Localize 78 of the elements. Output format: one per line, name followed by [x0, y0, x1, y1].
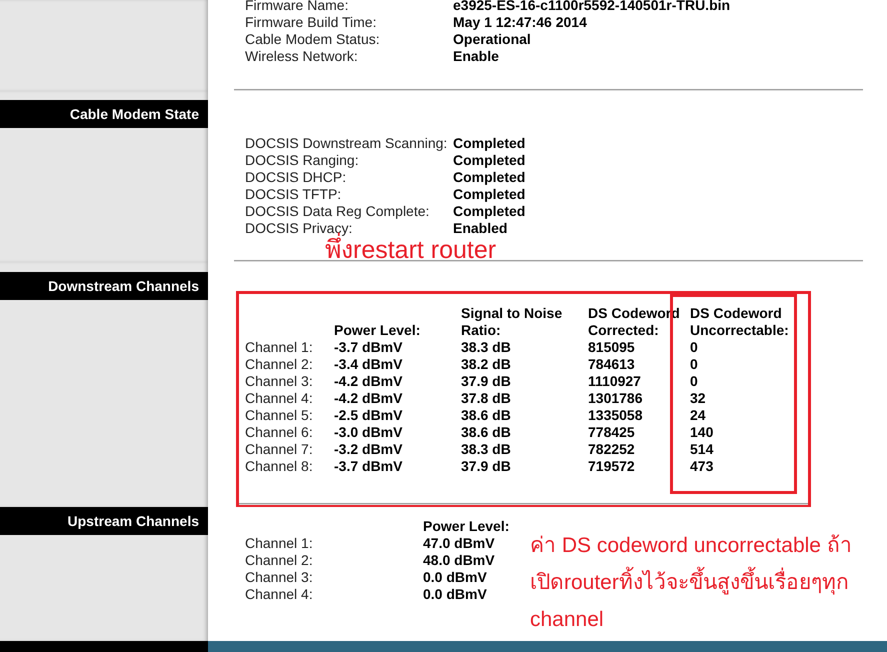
channel-label: Channel 3:	[245, 373, 313, 390]
field-value: Completed	[453, 203, 526, 220]
channel-label: Channel 1:	[245, 535, 313, 552]
field-value: Enable	[453, 48, 499, 65]
table-cell: -4.2 dBmV	[334, 390, 402, 407]
annotation-note: เปิดrouterทิ้งไว้จะขึ้นสูงขึ้นเรื่อยๆทุก	[530, 564, 849, 601]
field-value: May 1 12:47:46 2014	[453, 14, 587, 31]
table-cell: 38.2 dB	[461, 356, 511, 373]
field-value: Completed	[453, 152, 526, 169]
field-label: Cable Modem Status:	[245, 31, 380, 48]
channel-label: Channel 5:	[245, 407, 313, 424]
field-value: Completed	[453, 186, 526, 203]
field-value: Operational	[453, 31, 531, 48]
table-cell: 24	[690, 407, 706, 424]
field-label: Wireless Network:	[245, 48, 358, 65]
field-value: e3925-ES-16-c1100r5592-140501r-TRU.bin	[453, 0, 730, 14]
table-cell: -3.2 dBmV	[334, 441, 402, 458]
field-label: DOCSIS Data Reg Complete:	[245, 203, 430, 220]
table-cell: 38.3 dB	[461, 339, 511, 356]
table-cell: 37.8 dB	[461, 390, 511, 407]
table-cell: 473	[690, 458, 714, 475]
table-cell: -3.4 dBmV	[334, 356, 402, 373]
annotation-note: พึ่งrestart router	[325, 235, 496, 265]
field-value: Completed	[453, 169, 526, 186]
channel-label: Channel 4:	[245, 390, 313, 407]
channel-label: Channel 3:	[245, 569, 313, 586]
channel-label: Channel 4:	[245, 586, 313, 603]
table-cell: 784613	[588, 356, 635, 373]
table-cell: 0.0 dBmV	[423, 569, 487, 586]
table-cell: 140	[690, 424, 714, 441]
channel-label: Channel 2:	[245, 356, 313, 373]
field-label: DOCSIS Downstream Scanning:	[245, 135, 448, 152]
table-cell: 48.0 dBmV	[423, 552, 495, 569]
field-label: Firmware Name:	[245, 0, 348, 14]
table-cell: -3.7 dBmV	[334, 339, 402, 356]
section-header: Downstream Channels	[0, 272, 208, 300]
column-header: DS Codeword Uncorrectable:	[690, 305, 790, 339]
section-header: Upstream Channels	[0, 507, 208, 535]
channel-label: Channel 6:	[245, 424, 313, 441]
annotation-note: channel	[530, 607, 604, 633]
table-cell: -3.0 dBmV	[334, 424, 402, 441]
field-label: DOCSIS Ranging:	[245, 152, 359, 169]
table-cell: 0	[690, 373, 698, 390]
channel-label: Channel 1:	[245, 339, 313, 356]
field-label: DOCSIS DHCP:	[245, 169, 346, 186]
channel-label: Channel 8:	[245, 458, 313, 475]
section-header: Cable Modem State	[0, 100, 208, 128]
table-cell: 0.0 dBmV	[423, 586, 487, 603]
table-cell: 1335058	[588, 407, 643, 424]
table-cell: -3.7 dBmV	[334, 458, 402, 475]
annotation-note: ค่า DS codeword uncorrectable ถ้า	[530, 533, 852, 559]
table-cell: 38.6 dB	[461, 407, 511, 424]
column-header: Signal to Noise Ratio:	[461, 305, 564, 339]
table-cell: 782252	[588, 441, 635, 458]
column-header: Power Level:	[334, 322, 422, 339]
column-header: Power Level:	[423, 518, 510, 535]
table-cell: 514	[690, 441, 714, 458]
table-cell: 0	[690, 339, 698, 356]
table-cell: -2.5 dBmV	[334, 407, 402, 424]
field-label: DOCSIS TFTP:	[245, 186, 342, 203]
field-label: Firmware Build Time:	[245, 14, 376, 31]
field-value: Completed	[453, 135, 526, 152]
field-value: Enabled	[453, 220, 508, 237]
table-cell: 37.9 dB	[461, 373, 511, 390]
table-cell: 1110927	[588, 373, 641, 390]
table-cell: 32	[690, 390, 706, 407]
channel-label: Channel 7:	[245, 441, 313, 458]
table-cell: -4.2 dBmV	[334, 373, 402, 390]
table-cell: 47.0 dBmV	[423, 535, 495, 552]
table-cell: 0	[690, 356, 698, 373]
table-cell: 38.6 dB	[461, 424, 511, 441]
table-cell: 38.3 dB	[461, 441, 511, 458]
table-cell: 815095	[588, 339, 635, 356]
table-cell: 719572	[588, 458, 635, 475]
table-cell: 778425	[588, 424, 635, 441]
table-cell: 1301786	[588, 390, 643, 407]
channel-label: Channel 2:	[245, 552, 313, 569]
table-cell: 37.9 dB	[461, 458, 511, 475]
